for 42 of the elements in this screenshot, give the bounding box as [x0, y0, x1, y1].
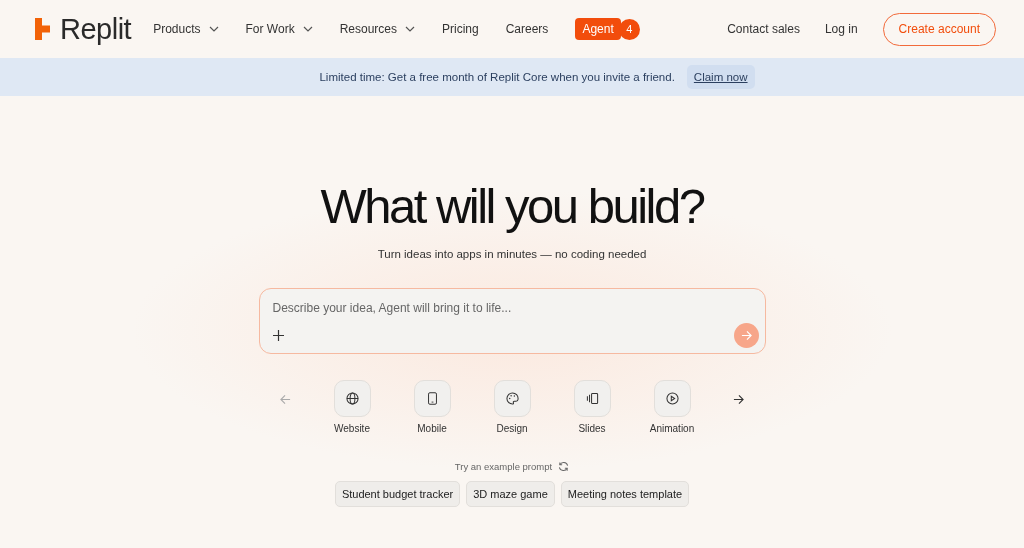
- category-label: Animation: [649, 423, 695, 434]
- category-label: Design: [496, 423, 528, 434]
- category-tile[interactable]: [653, 380, 691, 417]
- hero-title: What will you build?: [320, 178, 704, 234]
- claim-now-link[interactable]: Claim now: [686, 65, 755, 89]
- example-chip[interactable]: 3D maze game: [466, 481, 555, 507]
- globe-icon: [345, 392, 359, 405]
- phone-icon: [427, 392, 437, 405]
- category-tile[interactable]: [413, 380, 451, 417]
- login-link[interactable]: Log in: [824, 22, 858, 36]
- refresh-icon[interactable]: [558, 461, 570, 472]
- category-tile[interactable]: [333, 380, 371, 417]
- example-chip[interactable]: Student budget tracker: [334, 481, 461, 507]
- category-label: Mobile: [417, 423, 447, 434]
- prompt-field[interactable]: Describe your idea, Agent will bring it to life...: [272, 301, 759, 315]
- arrow-right-icon[interactable]: [733, 394, 744, 405]
- nav-link[interactable]: For Work: [245, 22, 313, 36]
- hero-subtitle: Turn ideas into apps in minutes — no coding needed: [377, 248, 647, 260]
- nav-link[interactable]: Pricing: [442, 22, 479, 36]
- contact-sales-link[interactable]: Contact sales: [727, 22, 800, 36]
- nav-link[interactable]: Careers: [505, 22, 549, 36]
- logo-icon: [34, 17, 52, 41]
- palette-icon: [505, 392, 519, 405]
- nav-link[interactable]: Products: [153, 22, 219, 36]
- plus-icon[interactable]: [272, 330, 284, 341]
- slides-icon: [585, 392, 599, 405]
- category-tile[interactable]: [573, 380, 611, 417]
- category-tile[interactable]: [493, 380, 531, 417]
- nav-link[interactable]: Resources: [339, 22, 415, 36]
- arrow-right-icon: [740, 330, 752, 341]
- count-badge: 4: [618, 18, 640, 40]
- promo-text: Limited time: Get a free month of Replit Core when you invite a friend.: [319, 71, 675, 83]
- chevron-down-icon: [405, 26, 415, 32]
- category-label: Slides: [578, 423, 606, 434]
- chevron-down-icon: [208, 26, 219, 32]
- category-label: Website: [334, 423, 370, 434]
- brand-name[interactable]: Replit: [60, 12, 132, 46]
- example-prompt-label: Try an example prompt: [454, 461, 553, 472]
- agent-link[interactable]: Agent: [575, 18, 621, 40]
- chevron-down-icon: [302, 26, 313, 32]
- play-icon: [665, 392, 679, 405]
- example-chip[interactable]: Meeting notes template: [560, 481, 690, 507]
